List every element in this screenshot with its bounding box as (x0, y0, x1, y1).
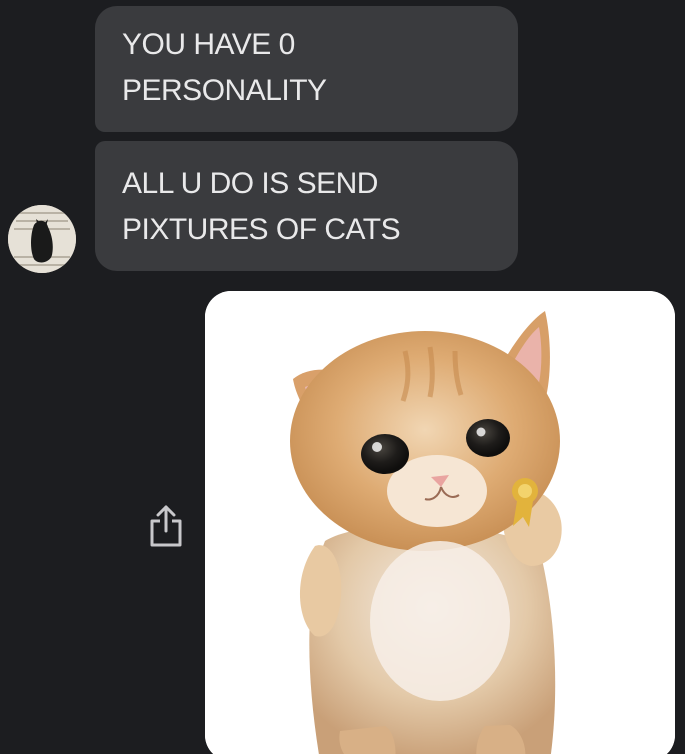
crying-kitten-photo (205, 291, 675, 754)
share-icon[interactable] (146, 503, 186, 549)
sent-image-bubble[interactable] (205, 291, 675, 754)
incoming-message-bubble[interactable]: ALL U DO IS SEND PIXTURES OF CATS (95, 141, 518, 271)
message-text-line: PIXTURES OF CATS (122, 213, 401, 246)
message-text-line: ALL U DO IS SEND (122, 167, 378, 200)
message-text-line: YOU HAVE 0 (122, 28, 295, 61)
incoming-message-bubble[interactable]: YOU HAVE 0 PERSONALITY (95, 6, 518, 132)
message-text-line: PERSONALITY (122, 74, 327, 107)
avatar-image (8, 205, 76, 273)
contact-avatar[interactable] (8, 205, 76, 273)
chat-screen: YOU HAVE 0 PERSONALITY ALL U DO IS SEND … (0, 0, 685, 754)
